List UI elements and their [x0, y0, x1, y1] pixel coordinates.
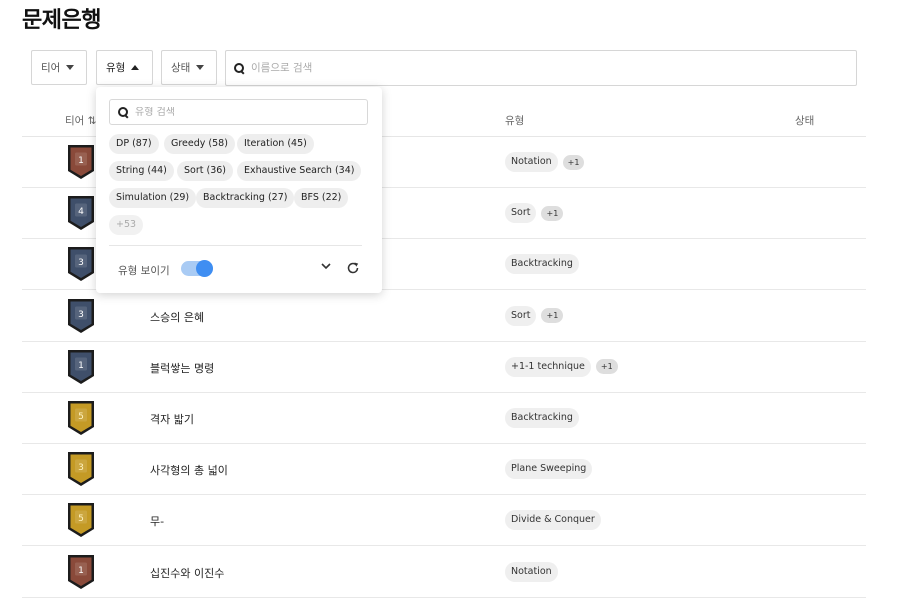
caret-down-icon — [196, 65, 205, 70]
tier-level: 3 — [78, 310, 84, 320]
type-filter-popup: DP (87)Greedy (58)Iteration (45) String (… — [96, 87, 382, 293]
problem-title[interactable]: 블럭쌓는 명령 — [150, 360, 214, 376]
tier-level: 1 — [78, 156, 84, 166]
table-row[interactable]: 1 블럭쌓는 명령 +1-1 technique +1 — [22, 342, 866, 393]
more-types-badge[interactable]: +1 — [541, 205, 564, 221]
problem-title[interactable]: 사각형의 총 넓이 — [150, 462, 228, 478]
tier-level: 5 — [78, 514, 84, 524]
type-chip[interactable]: Sort (36) — [177, 161, 233, 181]
show-types-label: 유형 보이기 — [118, 265, 170, 277]
tier-level: 4 — [78, 207, 84, 217]
toggle-knob — [196, 260, 213, 277]
type-search-box[interactable] — [109, 99, 368, 125]
type-chip[interactable]: Exhaustive Search (34) — [237, 161, 362, 181]
more-types-badge[interactable]: +1 — [595, 359, 618, 375]
caret-down-icon — [66, 65, 75, 70]
type-tag: Sort — [505, 203, 537, 224]
type-tag: Backtracking — [505, 408, 579, 428]
table-row[interactable]: 5 격자 밟기 Backtracking — [22, 393, 866, 444]
type-chip[interactable]: Greedy (58) — [164, 134, 235, 154]
type-chip[interactable]: String (44) — [109, 161, 174, 181]
type-tags: Notation +1 — [505, 152, 585, 172]
page-title: 문제은행 — [22, 8, 101, 33]
tier-badge-icon: 3 — [68, 452, 94, 487]
type-chip[interactable]: Simulation (29) — [109, 188, 197, 208]
type-tags: Sort +1 — [505, 305, 564, 326]
search-input[interactable] — [251, 62, 831, 74]
type-tags: Backtracking — [505, 254, 579, 275]
type-tags: Notation — [505, 561, 558, 582]
table-row[interactable]: 3 스승의 은혜 Sort +1 — [22, 291, 866, 342]
type-chip[interactable]: Backtracking (27) — [196, 188, 295, 208]
type-filter-button[interactable]: 유형 — [96, 50, 153, 85]
status-filter-button[interactable]: 상태 — [161, 50, 217, 85]
more-types-chip[interactable]: +53 — [109, 215, 144, 235]
tier-badge-icon: 4 — [68, 196, 94, 231]
tier-badge-icon: 1 — [68, 349, 94, 384]
tier-badge-icon: 1 — [68, 145, 94, 179]
divider — [109, 245, 362, 246]
type-column-header: 유형 — [505, 115, 525, 127]
more-types-badge[interactable]: +1 — [541, 308, 564, 324]
problem-title[interactable]: 십진수와 이진수 — [150, 565, 224, 581]
type-tags: +1-1 technique +1 — [505, 356, 618, 377]
type-filter-label: 유형 — [106, 62, 126, 74]
type-tags: Backtracking — [505, 408, 579, 428]
problem-title[interactable]: 격자 밟기 — [150, 411, 194, 427]
tier-filter-button[interactable]: 티어 — [31, 50, 87, 85]
more-types-badge[interactable]: +1 — [562, 154, 585, 170]
search-icon — [234, 62, 245, 74]
type-search-input[interactable] — [135, 106, 355, 118]
type-chip[interactable]: Iteration (45) — [237, 134, 314, 154]
tier-badge-icon: 3 — [68, 298, 94, 333]
type-tag: Notation — [505, 152, 558, 172]
type-tag: Divide & Conquer — [505, 510, 601, 531]
tier-badge-icon: 1 — [68, 554, 94, 589]
tier-level: 5 — [78, 412, 84, 422]
status-filter-label: 상태 — [171, 62, 191, 74]
type-tag: Notation — [505, 561, 558, 582]
tier-level: 3 — [78, 258, 84, 268]
type-tag: Plane Sweeping — [505, 459, 593, 480]
tier-column-header[interactable]: 티어 ⇅ — [65, 113, 96, 128]
caret-up-icon — [131, 65, 140, 70]
search-box[interactable] — [225, 50, 857, 86]
table-row[interactable]: 1 십진수와 이진수 Notation — [22, 547, 866, 598]
tier-level: 1 — [78, 566, 84, 576]
tier-level: 3 — [78, 463, 84, 473]
problem-title[interactable]: 스승의 은혜 — [150, 309, 204, 325]
tier-filter-label: 티어 — [41, 62, 61, 74]
chevron-down-icon[interactable] — [320, 260, 332, 272]
status-column-header: 상태 — [795, 115, 815, 127]
type-tag: Backtracking — [505, 254, 579, 275]
show-types-toggle[interactable] — [181, 260, 213, 277]
refresh-icon[interactable] — [346, 261, 360, 275]
table-row[interactable]: 5 무- Divide & Conquer — [22, 495, 866, 547]
table-row[interactable]: 3 사각형의 총 넓이 Plane Sweeping — [22, 444, 866, 496]
tier-badge-icon: 5 — [68, 503, 94, 538]
type-chip[interactable]: BFS (22) — [294, 188, 349, 208]
type-chip[interactable]: DP (87) — [109, 134, 159, 154]
type-tag: Sort — [505, 305, 537, 326]
type-tags: Sort +1 — [505, 203, 564, 224]
type-tags: Divide & Conquer — [505, 510, 601, 531]
problem-title[interactable]: 무- — [150, 513, 164, 529]
tier-badge-icon: 5 — [68, 401, 94, 435]
type-tag: +1-1 technique — [505, 356, 591, 377]
search-icon — [118, 106, 129, 118]
type-tags: Plane Sweeping — [505, 459, 593, 480]
tier-badge-icon: 3 — [68, 247, 94, 282]
tier-level: 1 — [78, 361, 84, 371]
